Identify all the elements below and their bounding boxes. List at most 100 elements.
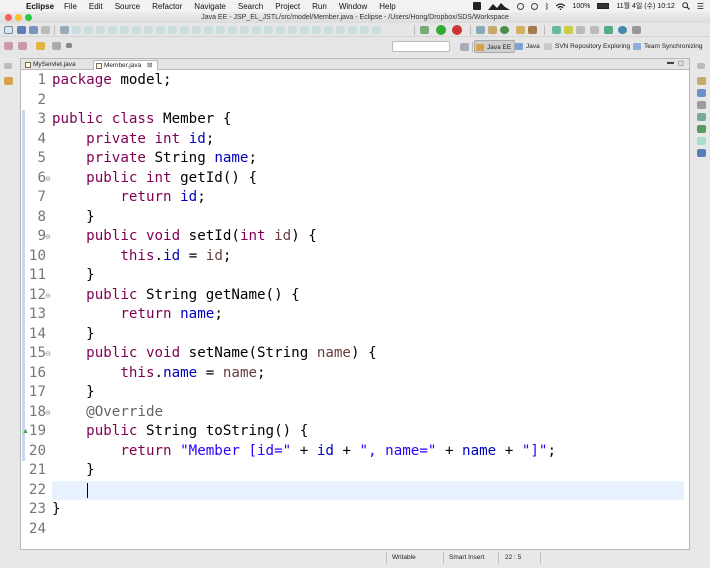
code-line[interactable]: return "Member [id=" + id + ", name=" + … [52,442,682,462]
wifi-icon[interactable] [556,2,566,10]
toolbar-icon[interactable] [604,26,613,34]
toolbar-icon[interactable] [216,26,225,34]
perspective-team-sync[interactable]: Team Synchronizing [632,40,703,53]
markers-icon[interactable] [697,101,706,109]
menu-navigate[interactable]: Navigate [194,2,226,11]
menu-source[interactable]: Source [115,2,140,11]
code-line[interactable]: public class Member { [52,110,682,130]
toolbar-icon[interactable] [156,26,165,34]
toolbar-icon[interactable] [264,26,273,34]
toolbar-icon[interactable] [372,26,381,34]
prev-annotation-icon[interactable] [18,42,27,50]
code-line[interactable]: public void setId(int id) { [52,227,682,247]
tab-member[interactable]: Member.java ⊠ [93,60,158,70]
toolbar-icon[interactable] [618,26,627,34]
notification-center-icon[interactable]: ☰ [697,2,704,11]
toolbar-icon[interactable] [324,26,333,34]
toolbar-icon[interactable] [288,26,297,34]
next-annotation-icon[interactable] [4,42,13,50]
toolbar-icon[interactable] [228,26,237,34]
code-line[interactable]: package model; [52,71,682,91]
window-close-button[interactable] [5,14,12,21]
status-insert-mode[interactable]: Smart Insert [449,552,484,564]
toolbar-icon[interactable] [72,26,81,34]
save-all-icon[interactable] [29,26,38,34]
toolbar-icon[interactable] [252,26,261,34]
code-line[interactable]: } [52,208,682,228]
restore-icon[interactable] [697,63,705,69]
open-type-icon[interactable] [516,26,525,34]
bluetooth-icon[interactable]: ᛒ [545,2,550,11]
menu-help[interactable]: Help [379,2,395,11]
time-machine-icon[interactable] [530,2,538,10]
task-list-icon[interactable] [697,89,706,97]
debug-icon[interactable] [420,26,429,34]
toolbar-icon[interactable] [576,26,585,34]
override-marker-icon[interactable]: ▲ [22,428,29,435]
code-line[interactable]: return name; [52,305,682,325]
save-icon[interactable] [17,26,26,34]
back-icon[interactable] [36,42,45,50]
code-line[interactable]: public String toString() { [52,422,682,442]
outline-icon[interactable] [697,77,706,85]
toolbar-icon[interactable] [120,26,129,34]
code-line[interactable]: public int getId() { [52,169,682,189]
minimize-view-icon[interactable]: ▬ [667,59,674,66]
code-line[interactable]: } [52,461,682,481]
sync-icon[interactable] [516,2,524,10]
code-line[interactable]: @Override [52,403,682,423]
toolbar-icon[interactable] [96,26,105,34]
perspective-java[interactable]: Java [514,40,540,53]
code-line[interactable]: } [52,325,682,345]
toolbar-icon[interactable] [348,26,357,34]
code-line[interactable]: } [52,266,682,286]
code-line[interactable]: private String name; [52,149,682,169]
server-icon[interactable] [60,26,69,34]
code-line[interactable]: private int id; [52,130,682,150]
toolbar-icon[interactable] [132,26,141,34]
menu-file[interactable]: File [64,2,77,11]
menu-search[interactable]: Search [238,2,263,11]
overview-ruler[interactable] [680,71,688,539]
fold-collapse-icon[interactable]: ⊖ [45,175,51,183]
window-minimize-button[interactable] [15,14,22,21]
spotlight-icon[interactable] [682,2,690,10]
maximize-view-icon[interactable]: ◻ [678,59,684,67]
toolbar-icon[interactable] [312,26,321,34]
window-zoom-button[interactable] [25,14,32,21]
project-explorer-icon[interactable] [4,77,13,85]
perspective-svn[interactable]: SVN Repository Exploring [543,40,630,53]
open-perspective-icon[interactable] [460,43,469,51]
toolbar-icon[interactable] [204,26,213,34]
toolbar-icon[interactable] [240,26,249,34]
battery-icon[interactable] [597,3,610,9]
code-line[interactable]: public String getName() { [52,286,682,306]
tab-myservlet[interactable]: MyServlet.java [23,60,76,70]
perspective-java-ee[interactable]: Java EE [474,40,516,53]
servers-icon[interactable] [697,125,706,133]
menu-run[interactable]: Run [312,2,327,11]
search-icon[interactable] [528,26,537,34]
toolbar-icon[interactable] [336,26,345,34]
code-line[interactable] [52,481,682,501]
quick-access-input[interactable] [392,41,450,52]
new-icon[interactable] [4,26,13,34]
code-line[interactable]: } [52,500,682,520]
run-external-icon[interactable] [452,25,462,35]
code-line[interactable] [52,91,682,111]
console-icon[interactable] [697,149,706,157]
toolbar-icon[interactable] [590,26,599,34]
toolbar-icon[interactable] [192,26,201,34]
code-line[interactable]: } [52,383,682,403]
forward-icon[interactable] [52,42,61,50]
toolbar-icon[interactable] [108,26,117,34]
toolbar-icon[interactable] [168,26,177,34]
toolbar-icon[interactable] [180,26,189,34]
fold-collapse-icon[interactable]: ⊖ [45,350,51,358]
new-package-icon[interactable] [488,26,497,34]
print-icon[interactable] [41,26,50,34]
code-line[interactable]: public void setName(String name) { [52,344,682,364]
app-menu[interactable]: Eclipse [26,2,54,11]
toolbar-icon[interactable] [276,26,285,34]
toolbar-icon[interactable] [144,26,153,34]
